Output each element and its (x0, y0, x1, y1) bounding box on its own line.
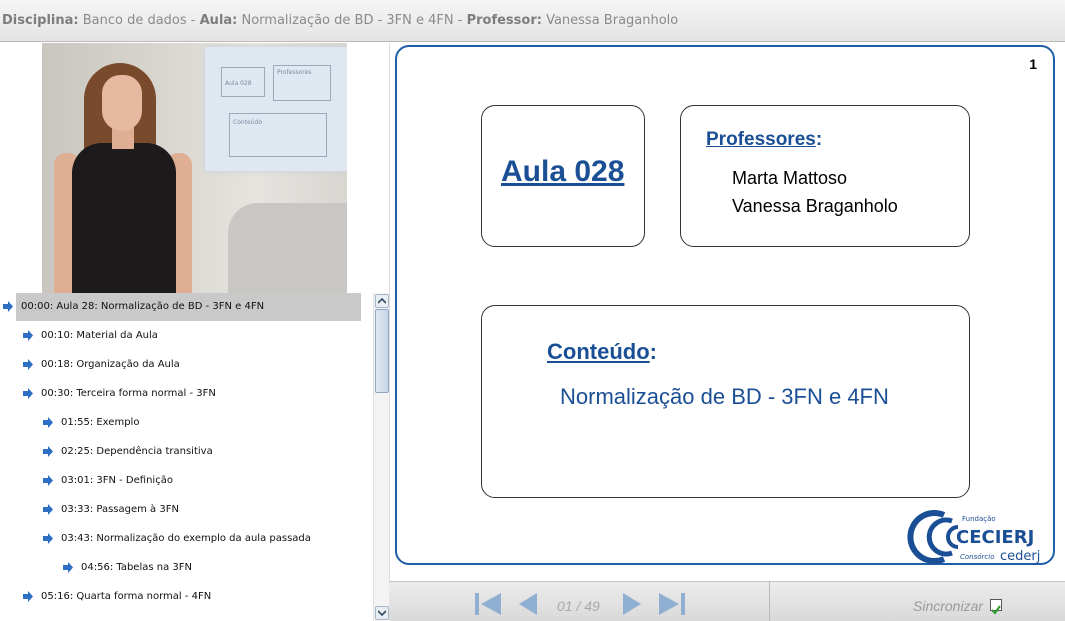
arrow-right-icon (23, 388, 33, 399)
chapter-item[interactable]: 04:56: Tabelas na 3FN (63, 557, 389, 579)
arrow-right-icon (23, 591, 33, 602)
chapter-item-label: 00:30: Terceira forma normal - 3FN (41, 388, 216, 399)
disciplina-label: Disciplina: (2, 13, 79, 28)
lecture-video[interactable]: Aula 028 Professores Conteúdo (42, 43, 347, 293)
professor-name: Vanessa Braganholo (732, 196, 898, 216)
chapter-item-label: 00:18: Organização da Aula (41, 359, 180, 370)
previous-slide-button[interactable] (517, 592, 545, 616)
scroll-up-button[interactable] (375, 294, 389, 308)
lecture-player: Disciplina: Banco de dados - Aula: Norma… (0, 0, 1065, 621)
conteudo-heading: Conteúdo: (547, 339, 657, 365)
chapter-item-label: 00:00: Aula 28: Normalização de BD - 3FN… (21, 301, 265, 312)
chapter-item-label: 02:25: Dependência transitiva (61, 446, 213, 457)
aula-title: Aula 028 (501, 155, 625, 188)
chapter-item-label: 01:55: Exemplo (61, 417, 140, 428)
skip-to-end-icon (659, 593, 685, 615)
video-presenter (72, 143, 176, 293)
professor-name: Marta Mattoso (732, 168, 848, 188)
skip-to-start-icon (475, 593, 501, 615)
checkmark-icon (991, 605, 1001, 615)
course-header: Disciplina: Banco de dados - Aula: Norma… (0, 0, 1065, 42)
arrow-right-icon (43, 475, 53, 486)
logo-cederj: cederj (1000, 549, 1040, 564)
chapter-item-label: 05:16: Quarta forma normal - 4FN (41, 591, 212, 602)
arrow-left-icon (519, 593, 537, 615)
conteudo-label: Conteúdo (547, 339, 650, 364)
logo-name: CECIERJ (956, 527, 1034, 548)
next-slide-button[interactable] (621, 592, 649, 616)
chapter-item[interactable]: 03:33: Passagem à 3FN (43, 499, 389, 521)
chapter-item-label: 03:33: Passagem à 3FN (61, 504, 179, 515)
chapter-item-label: 00:10: Material da Aula (41, 330, 158, 341)
arrow-right-icon (23, 330, 33, 341)
page-indicator: 01 / 49 (557, 598, 600, 614)
chapter-item[interactable]: 00:10: Material da Aula (23, 325, 383, 347)
video-projection-screen: Aula 028 Professores Conteúdo (205, 47, 347, 171)
last-slide-button[interactable] (657, 592, 685, 616)
arrow-right-icon (3, 301, 13, 312)
professor-value: Vanessa Braganholo (541, 13, 679, 28)
slide-navigation-bar: 01 / 49 Sincronizar (389, 581, 1065, 621)
chapter-item[interactable]: 02:25: Dependência transitiva (43, 441, 389, 463)
aula-label: Aula: (199, 13, 238, 28)
chapter-index-list: 00:00: Aula 28: Normalização de BD - 3FN… (0, 293, 372, 621)
sync-label: Sincronizar (913, 598, 984, 614)
scroll-thumb[interactable] (375, 309, 389, 393)
arrow-right-icon (63, 562, 73, 573)
first-slide-button[interactable] (475, 592, 503, 616)
professores-label: Professores (706, 129, 816, 150)
professores-heading: Professores: (706, 129, 822, 151)
index-scrollbar[interactable] (373, 293, 389, 621)
chapter-item-label: 03:01: 3FN - Definição (61, 475, 173, 486)
chapter-item[interactable]: 00:18: Organização da Aula (23, 354, 383, 376)
arrow-right-icon (43, 446, 53, 457)
video-screen-prof: Professores (277, 69, 312, 76)
arrow-right-icon (43, 417, 53, 428)
chapter-item[interactable]: 05:16: Quarta forma normal - 4FN (23, 586, 383, 608)
chapter-item-label: 04:56: Tabelas na 3FN (81, 562, 192, 573)
arrow-right-icon (43, 504, 53, 515)
chapter-item[interactable]: 03:01: 3FN - Definição (43, 470, 389, 492)
chevron-down-icon (378, 610, 386, 616)
chapter-item[interactable]: 00:30: Terceira forma normal - 3FN (23, 383, 383, 405)
video-screen-content: Conteúdo (233, 119, 262, 126)
slide-area: 1 Aula 028 Professores: Marta Mattoso Va… (389, 43, 1065, 581)
bar-divider (769, 582, 770, 621)
conteudo-colon: : (649, 339, 657, 364)
disciplina-value: Banco de dados - (78, 13, 200, 28)
chapter-item-label: 03:43: Normalização do exemplo da aula p… (61, 533, 311, 544)
arrow-right-icon (23, 359, 33, 370)
chapter-index-panel: 00:00: Aula 28: Normalização de BD - 3FN… (0, 293, 389, 621)
sync-checkbox[interactable] (990, 599, 1002, 615)
chevron-up-icon (378, 298, 386, 304)
scroll-down-button[interactable] (375, 606, 389, 620)
cecierj-logo: Fundação CECIERJ Consórcio cederj (907, 510, 1040, 564)
logo-fundacao: Fundação (962, 515, 996, 523)
video-panel: Aula 028 Professores Conteúdo (0, 43, 389, 293)
chapter-item[interactable]: 01:55: Exemplo (43, 412, 389, 434)
slide-frame: 1 Aula 028 Professores: Marta Mattoso Va… (395, 45, 1055, 565)
professor-label: Professor: (466, 13, 542, 28)
logo-consorcio: Consórcio (960, 553, 995, 561)
video-screen-title: Aula 028 (225, 80, 252, 87)
course-info: Disciplina: Banco de dados - Aula: Norma… (2, 13, 678, 28)
conteudo-text: Normalização de BD - 3FN e 4FN (560, 384, 889, 409)
aula-value: Normalização de BD - 3FN e 4FN - (237, 13, 467, 28)
professores-colon: : (815, 129, 823, 150)
arrow-right-icon (623, 593, 641, 615)
chapter-item[interactable]: 00:00: Aula 28: Normalização de BD - 3FN… (3, 293, 363, 321)
arrow-right-icon (43, 533, 53, 544)
chapter-item[interactable]: 03:43: Normalização do exemplo da aula p… (43, 528, 389, 550)
video-monitor (228, 203, 347, 293)
slide-number: 1 (1029, 56, 1037, 72)
